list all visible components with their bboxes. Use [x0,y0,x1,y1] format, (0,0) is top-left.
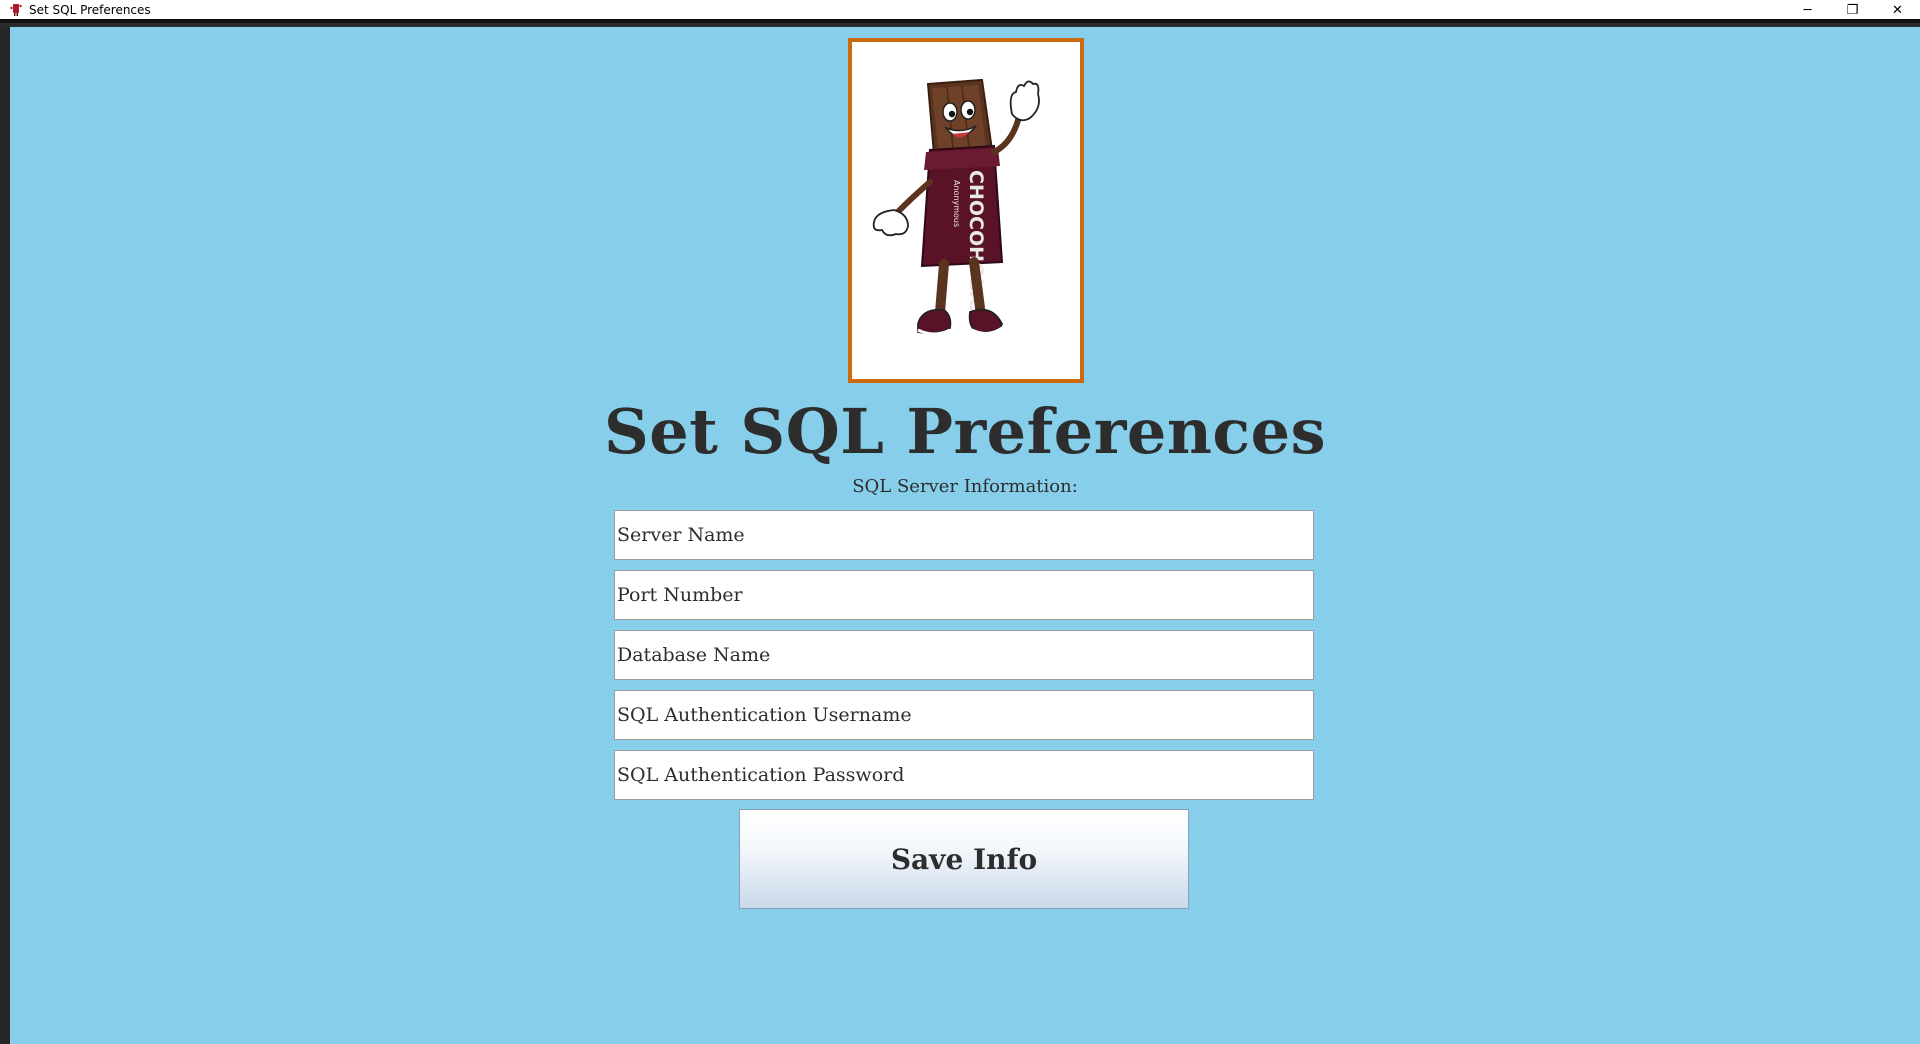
minimize-button[interactable]: ─ [1785,0,1830,20]
close-button[interactable]: ✕ [1875,0,1920,20]
database-name-input[interactable] [614,630,1314,680]
preferences-panel: CHOCOHOLICS Anonymous Set SQL Preference [10,27,1920,1044]
app-icon [9,3,23,17]
sql-username-input[interactable] [614,690,1314,740]
wrapper-subtext: Anonymous [952,180,961,227]
port-number-input[interactable] [614,570,1314,620]
server-name-input[interactable] [614,510,1314,560]
window-left-edge [0,27,10,1044]
title-bar[interactable]: Set SQL Preferences ─ ❐ ✕ [0,0,1920,23]
page-title: Set SQL Preferences [603,395,1327,468]
restore-button[interactable]: ❐ [1830,0,1875,20]
sql-password-input[interactable] [614,750,1314,800]
app-window: Set SQL Preferences ─ ❐ ✕ CHOCOHOLICS An… [0,0,1920,1044]
save-info-button[interactable]: Save Info [739,809,1189,909]
window-title: Set SQL Preferences [29,2,151,17]
section-subtitle: SQL Server Information: [852,476,1078,497]
window-controls: ─ ❐ ✕ [1785,0,1920,20]
chocolate-mascot-icon: CHOCOHOLICS Anonymous [872,78,1040,336]
logo-frame: CHOCOHOLICS Anonymous [848,38,1084,383]
